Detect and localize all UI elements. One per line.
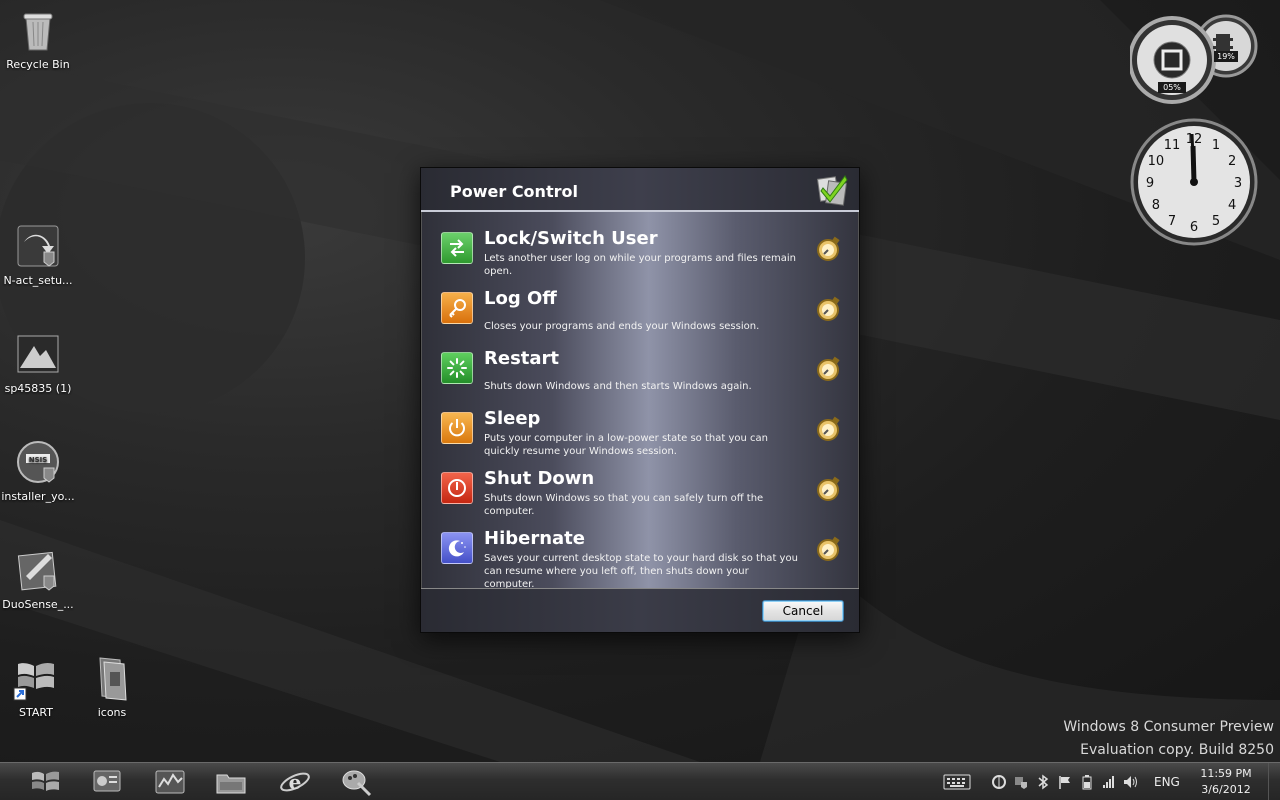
option-description: Puts your computer in a low-power state … [484, 433, 768, 457]
options-gear-icon[interactable] [815, 416, 841, 442]
desktop-icon-label: icons [97, 706, 127, 719]
options-gear-icon[interactable] [815, 356, 841, 382]
desktop-icon-recycle-bin[interactable]: Recycle Bin [0, 6, 76, 71]
desktop-icon-start[interactable]: START [0, 654, 74, 719]
desktop-icon-duosense[interactable]: DuoSense_... [0, 546, 76, 611]
options-gear-icon[interactable] [815, 236, 841, 262]
cpu-usage-value: 05% [1163, 83, 1181, 92]
clock-time: 11:59 PM [1200, 767, 1252, 780]
option-title: Shut Down [484, 468, 595, 489]
dialog-title: Power Control [450, 182, 578, 201]
action-center-flag-icon[interactable] [1054, 772, 1076, 792]
recycle-bin-icon [14, 6, 62, 54]
control-panel-icon[interactable] [82, 766, 132, 798]
clock-numeral: 1 [1212, 138, 1220, 153]
system-tray: ENG [940, 763, 1194, 800]
clock-gadget[interactable]: 12 1 2 3 4 5 6 7 8 9 10 11 [1130, 118, 1258, 246]
clock-numeral: 12 [1186, 132, 1203, 147]
desktop-icon-icons-folder[interactable]: icons [74, 654, 150, 719]
option-title: Restart [484, 348, 560, 369]
option-description: Lets another user log on while your prog… [484, 253, 796, 277]
option-sleep[interactable]: Sleep Puts your computer in a low-power … [439, 408, 847, 464]
key-icon [441, 292, 473, 324]
desktop-icon-sp45835[interactable]: sp45835 (1) [0, 330, 76, 395]
internet-explorer-icon[interactable]: e [270, 766, 320, 798]
clock-numeral: 8 [1152, 198, 1160, 213]
switch-user-icon [441, 232, 473, 264]
network-signal-icon[interactable] [1098, 772, 1120, 792]
windows-watermark: Windows 8 Consumer Preview Evaluation co… [1063, 716, 1274, 762]
dialog-footer: Cancel [421, 588, 859, 632]
moon-icon [441, 532, 473, 564]
option-log-off[interactable]: Log Off Closes your programs and ends yo… [439, 288, 847, 344]
security-tray-icon[interactable] [1010, 772, 1032, 792]
taskbar: e ENG 11:59 PM 3/6/2012 [0, 762, 1280, 800]
task-manager-icon[interactable] [145, 766, 195, 798]
option-restart[interactable]: Restart Shuts down Windows and then star… [439, 348, 847, 404]
paint-icon[interactable] [332, 766, 382, 798]
installer-icon [14, 330, 62, 378]
clock-numeral: 5 [1212, 214, 1220, 229]
option-description: Shuts down Windows so that you can safel… [484, 493, 764, 517]
desktop-icon-label: installer_yo... [1, 490, 75, 503]
watermark-line-1: Windows 8 Consumer Preview [1063, 719, 1274, 735]
options-gear-icon[interactable] [815, 536, 841, 562]
memory-usage-value: 19% [1217, 52, 1235, 61]
installer-icon [14, 546, 62, 594]
taskbar-clock[interactable]: 11:59 PM 3/6/2012 [1196, 766, 1256, 798]
clock-numeral: 4 [1228, 198, 1236, 213]
show-desktop-button[interactable] [1268, 763, 1280, 800]
desktop-icon-label: START [19, 706, 53, 719]
clock-numeral: 11 [1164, 138, 1181, 153]
power-icon [441, 472, 473, 504]
checkmark-icon [816, 172, 849, 206]
power-control-dialog: Power Control Lock/Switch User Lets anot… [420, 167, 860, 633]
clock-numeral: 7 [1168, 214, 1176, 229]
dialog-header: Power Control [421, 168, 859, 212]
option-title: Hibernate [484, 528, 585, 549]
options-gear-icon[interactable] [815, 476, 841, 502]
cpu-meter-gadget[interactable]: 05% 19% [1128, 10, 1258, 106]
volume-icon[interactable] [1120, 772, 1142, 792]
option-title: Sleep [484, 408, 541, 429]
clock-numeral: 9 [1146, 176, 1154, 191]
svg-text:e: e [289, 770, 302, 794]
keyboard-icon[interactable] [940, 772, 974, 792]
option-description: Closes your programs and ends your Windo… [484, 321, 760, 332]
start-icon[interactable] [20, 766, 70, 798]
desktop-icon-n-act-setup[interactable]: N-act_setu... [0, 222, 76, 287]
bluetooth-icon[interactable] [1032, 772, 1054, 792]
file-explorer-icon[interactable] [206, 766, 256, 798]
desktop-icon-installer[interactable]: NSIS installer_yo... [0, 438, 76, 503]
installer-icon [14, 222, 62, 270]
windows-logo-icon [12, 654, 60, 702]
desktop-icon-label: Recycle Bin [6, 58, 70, 71]
desktop-icon-label: sp45835 (1) [4, 382, 72, 395]
folder-icon [88, 654, 136, 702]
cancel-button[interactable]: Cancel [762, 600, 844, 622]
app-tray-icon[interactable] [988, 772, 1010, 792]
installer-icon: NSIS [14, 438, 62, 486]
clock-numeral: 2 [1228, 154, 1236, 169]
battery-icon[interactable] [1076, 772, 1098, 792]
svg-text:NSIS: NSIS [29, 456, 48, 464]
watermark-line-2: Evaluation copy. Build 8250 [1080, 742, 1274, 758]
restart-icon [441, 352, 473, 384]
clock-numeral: 3 [1234, 176, 1242, 191]
clock-date: 3/6/2012 [1201, 783, 1251, 796]
clock-numeral: 6 [1190, 220, 1198, 235]
option-description: Saves your current desktop state to your… [484, 553, 798, 590]
desktop-icon-label: N-act_setu... [3, 274, 73, 287]
option-shut-down[interactable]: Shut Down Shuts down Windows so that you… [439, 468, 847, 524]
options-gear-icon[interactable] [815, 296, 841, 322]
option-title: Log Off [484, 288, 557, 309]
option-hibernate[interactable]: Hibernate Saves your current desktop sta… [439, 528, 847, 590]
clock-numeral: 10 [1148, 154, 1165, 169]
input-language[interactable]: ENG [1154, 775, 1180, 789]
desktop-icon-label: DuoSense_... [2, 598, 74, 611]
option-description: Shuts down Windows and then starts Windo… [484, 381, 752, 392]
power-icon [441, 412, 473, 444]
option-title: Lock/Switch User [484, 228, 658, 249]
option-lock-switch-user[interactable]: Lock/Switch User Lets another user log o… [439, 228, 847, 284]
